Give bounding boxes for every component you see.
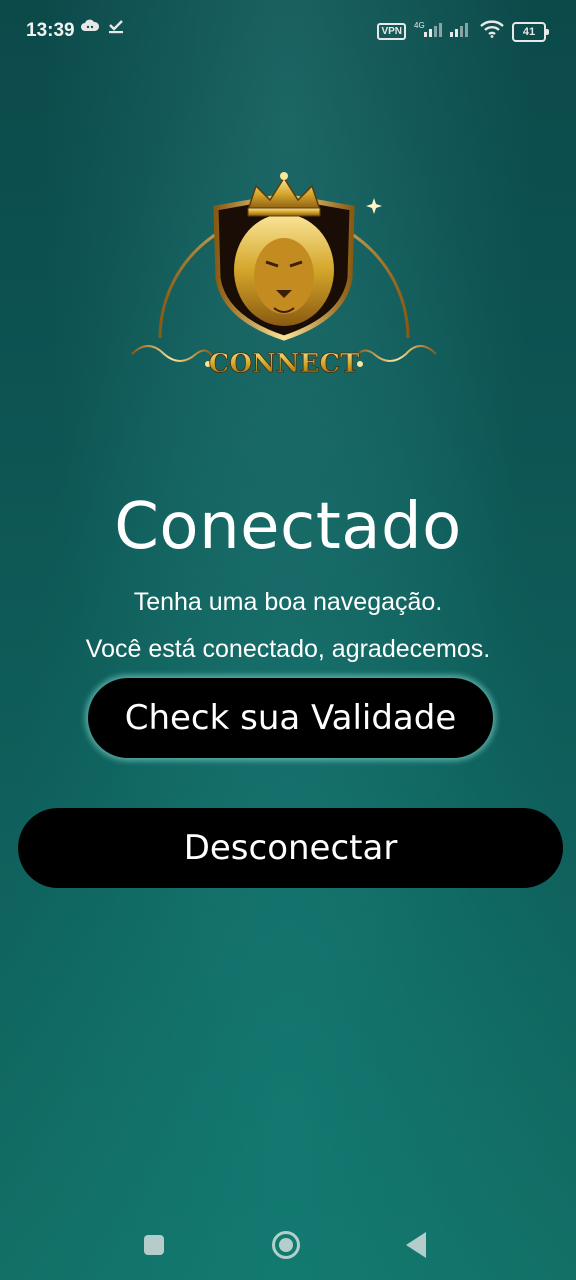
status-right-icons: VPN 4G 41 <box>377 20 549 43</box>
recents-icon[interactable] <box>144 1235 164 1255</box>
system-nav-bar <box>0 1200 576 1280</box>
status-time: 13:39 <box>26 20 75 41</box>
logo-text: CONNECT <box>209 349 360 379</box>
subtitle-navigation: Tenha uma boa navegação. <box>133 588 443 616</box>
home-icon[interactable] <box>272 1231 300 1259</box>
download-check-icon <box>108 18 124 39</box>
battery-icon: 41 <box>512 21 549 42</box>
check-validity-button[interactable]: Check sua Validade <box>88 678 493 758</box>
svg-text:4G: 4G <box>414 21 425 30</box>
status-left-icons <box>80 18 124 39</box>
vpn-badge: VPN <box>377 23 406 40</box>
wifi-icon <box>480 20 504 43</box>
connect-logo: CONNECT <box>128 158 440 380</box>
page-title: Conectado <box>114 490 462 564</box>
signal-icon: 4G <box>414 20 472 43</box>
cloud-icon <box>80 18 100 39</box>
subtitle-connected: Você está conectado, agradecemos. <box>85 635 491 663</box>
status-bar: 13:39 VPN 4G 41 <box>0 0 576 64</box>
back-icon[interactable] <box>406 1232 426 1258</box>
disconnect-button[interactable]: Desconectar <box>18 808 563 888</box>
